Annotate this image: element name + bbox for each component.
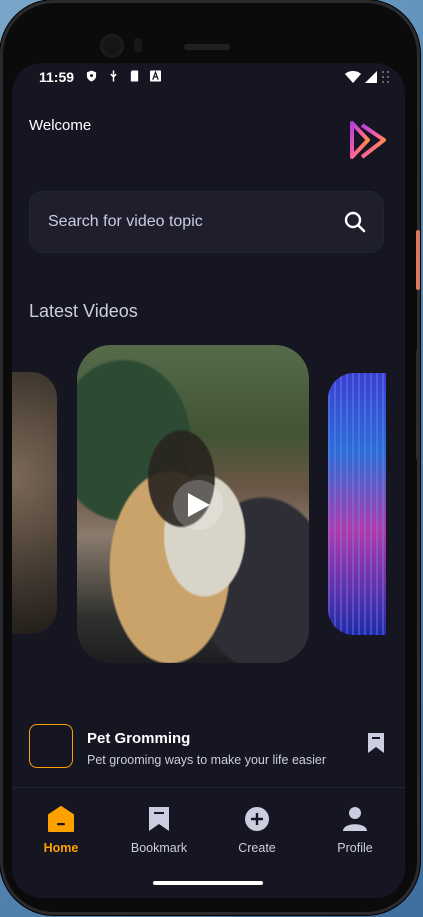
status-right-icons (345, 70, 391, 86)
power-button (416, 230, 420, 290)
app-logo-icon (350, 121, 386, 159)
bookmark-icon[interactable] (367, 732, 385, 754)
video-card-next[interactable] (328, 373, 386, 635)
plus-circle-icon (245, 807, 269, 831)
volume-button (416, 350, 420, 460)
video-thumbnail[interactable] (29, 724, 73, 768)
home-indicator[interactable] (153, 881, 263, 885)
app-screen: 11:59 Welcome Search for video topic Lat… (12, 63, 405, 898)
front-camera (103, 37, 121, 55)
battery-icon (382, 71, 389, 83)
tab-profile[interactable]: Profile (306, 788, 404, 875)
search-bar[interactable]: Search for video topic (29, 191, 384, 253)
tab-home[interactable]: Home (12, 788, 110, 875)
phone-frame: 11:59 Welcome Search for video topic Lat… (0, 0, 420, 915)
signal-icon (365, 71, 378, 83)
profile-icon (343, 807, 367, 831)
play-button[interactable] (173, 480, 223, 530)
video-title: Pet Gromming (87, 730, 191, 747)
status-bar: 11:59 (12, 63, 405, 91)
video-card-previous[interactable] (12, 372, 57, 634)
tab-label: Home (43, 841, 79, 855)
welcome-text: Welcome (29, 117, 92, 134)
shield-icon (86, 70, 97, 82)
wifi-icon (345, 71, 362, 83)
proximity-sensor (134, 38, 142, 52)
tab-bookmark[interactable]: Bookmark (110, 788, 208, 875)
tab-create[interactable]: Create (208, 788, 306, 875)
play-icon (188, 493, 210, 517)
search-icon[interactable] (343, 210, 367, 234)
usb-icon (110, 70, 117, 82)
tab-label: Profile (337, 841, 373, 855)
bottom-tab-bar: Home Bookmark Create Profile (12, 787, 405, 875)
video-subtitle: Pet grooming ways to make your life easi… (87, 753, 326, 767)
video-list-item[interactable]: Pet Gromming Pet grooming ways to make y… (29, 724, 388, 772)
earpiece-speaker (184, 44, 230, 50)
search-input[interactable]: Search for video topic (48, 213, 203, 231)
tab-label: Bookmark (130, 841, 188, 855)
bookmark-icon (149, 807, 169, 831)
home-icon (48, 806, 74, 832)
font-icon (150, 70, 161, 82)
section-title: Latest Videos (29, 301, 138, 321)
sd-card-icon (130, 70, 139, 82)
tab-label: Create (238, 841, 276, 855)
status-time: 11:59 (39, 69, 75, 85)
